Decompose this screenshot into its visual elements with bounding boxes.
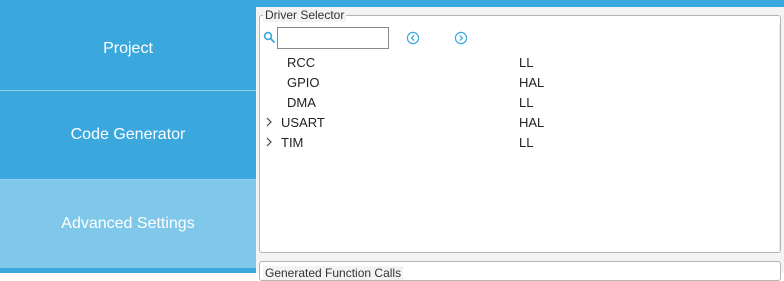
driver-row-type[interactable]: HAL [519, 75, 544, 90]
tab-project[interactable]: Project [0, 7, 256, 90]
driver-row-name: TIM [281, 135, 304, 150]
driver-row-name: DMA [287, 95, 316, 110]
chevron-right-icon[interactable] [265, 117, 273, 127]
driver-row-usart[interactable]: USART HAL [260, 112, 780, 132]
driver-row-type[interactable]: HAL [519, 115, 544, 130]
driver-row-type[interactable]: LL [519, 135, 533, 150]
top-accent-strip [256, 0, 784, 7]
tab-code-generator[interactable]: Code Generator [0, 91, 256, 179]
tab-project-label: Project [103, 39, 153, 57]
driver-selector-title: Driver Selector [263, 8, 347, 22]
driver-search-input[interactable] [277, 27, 389, 49]
search-icon [263, 31, 275, 43]
tab-code-generator-label: Code Generator [70, 126, 186, 143]
chevron-right-circle-icon[interactable] [454, 31, 468, 45]
chevron-left-circle-icon[interactable] [406, 31, 420, 45]
scrollbar-track[interactable] [779, 24, 780, 252]
driver-row-gpio[interactable]: GPIO HAL [260, 72, 780, 92]
tab-advanced-settings[interactable]: Advanced Settings [0, 180, 256, 268]
tab-advanced-settings-label: Advanced Settings [61, 215, 195, 232]
driver-row-tim[interactable]: TIM LL [260, 132, 780, 152]
driver-row-dma[interactable]: DMA LL [260, 92, 780, 112]
driver-row-rcc[interactable]: RCC LL [260, 52, 780, 72]
chevron-right-icon[interactable] [265, 137, 273, 147]
driver-row-type[interactable]: LL [519, 55, 533, 70]
driver-row-name: USART [281, 115, 325, 130]
sidebar-bottom-strip [0, 268, 256, 273]
driver-row-name: RCC [287, 55, 316, 70]
driver-row-name: GPIO [287, 75, 320, 90]
driver-row-type[interactable]: LL [519, 95, 533, 110]
generated-calls-title: Generated Function Calls [263, 266, 404, 280]
